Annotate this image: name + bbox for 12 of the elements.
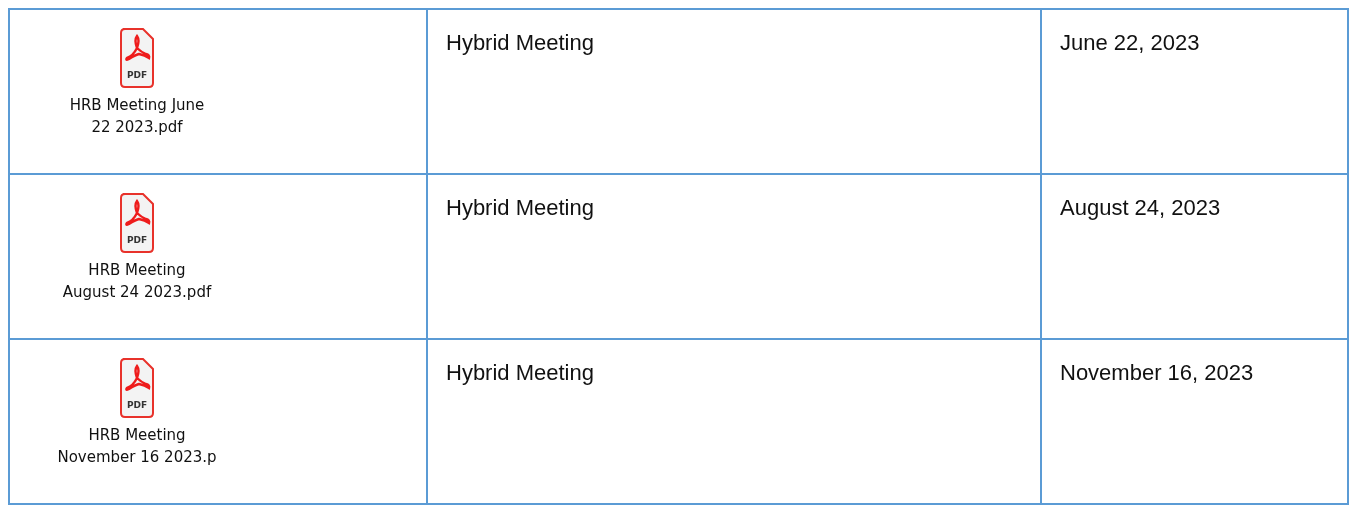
meeting-date: November 16, 2023 [1060,360,1254,386]
file-link[interactable]: HRB Meeting August 24 2023.pdf [62,259,212,303]
meeting-type: Hybrid Meeting [446,195,594,221]
pdf-file-icon[interactable]: PDF [120,193,154,253]
meeting-date: August 24, 2023 [1060,195,1221,221]
meeting-type: Hybrid Meeting [446,360,594,386]
file-link[interactable]: HRB Meeting June 22 2023.pdf [69,94,205,138]
pdf-file-icon[interactable]: PDF [120,358,154,418]
file-link[interactable]: HRB Meeting November 16 2023.p [57,424,217,468]
meeting-date: June 22, 2023 [1060,30,1200,56]
meeting-type: Hybrid Meeting [446,30,594,56]
pdf-file-icon[interactable]: PDF [120,28,154,88]
